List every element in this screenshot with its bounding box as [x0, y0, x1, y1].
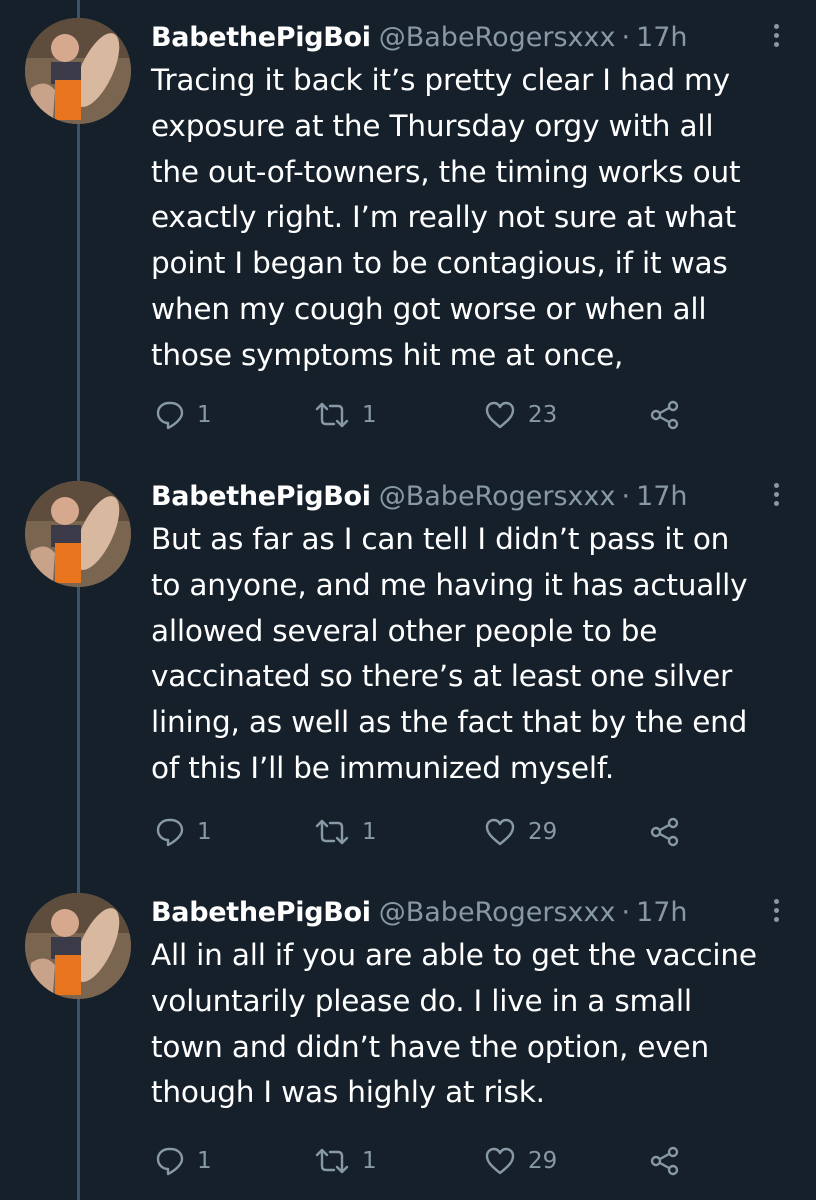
tweet-text-line: voluntarily please do. I live in a small: [151, 983, 692, 1018]
share-button[interactable]: [649, 395, 681, 435]
display-name[interactable]: BabethePigBoi: [151, 18, 371, 58]
thread-connector-line: [77, 0, 80, 1200]
tweet-text-line: though I was highly at risk.: [151, 1075, 545, 1110]
reply-icon: [156, 401, 184, 430]
reply-icon: [156, 818, 184, 847]
heart-icon: [485, 401, 515, 429]
share-icon: [650, 817, 679, 847]
user-handle[interactable]: @BabeRogersxxx: [379, 477, 616, 517]
reply-button[interactable]: 1: [155, 395, 212, 435]
tweet-text-line: those symptoms hit me at once,: [151, 337, 624, 372]
heart-icon: [485, 1147, 515, 1175]
share-icon: [650, 400, 679, 430]
tweet-actions: 1 1 29: [151, 812, 711, 852]
tweet-header: BabethePigBoi @BabeRogersxxx · 17h: [151, 893, 688, 933]
tweet-text-line: But as far as I can tell I didn’t pass i…: [151, 522, 730, 556]
tweet-text: But as far as I can tell I didn’t pass i…: [151, 517, 801, 792]
share-button[interactable]: [649, 812, 681, 852]
tweet-header: BabethePigBoi @BabeRogersxxx · 17h: [151, 477, 688, 517]
retweet-icon: [315, 819, 349, 845]
tweet-header: BabethePigBoi @BabeRogersxxx · 17h: [151, 18, 688, 58]
tweet-text-line: of this I’ll be immunized myself.: [151, 750, 615, 785]
reply-count: 1: [197, 1148, 212, 1174]
retweet-icon: [315, 1148, 349, 1174]
tweet-text-line: Tracing it back it’s pretty clear I had …: [151, 63, 730, 97]
tweet-text-line: exactly right. I’m really not sure at wh…: [151, 200, 737, 235]
separator-dot: ·: [621, 897, 631, 928]
retweet-count: 1: [362, 819, 377, 845]
timestamp[interactable]: 17h: [636, 18, 687, 58]
tweet-text-line: allowed several other people to be: [151, 613, 658, 648]
tweet-text-line: exposure at the Thursday orgy with all: [151, 108, 714, 143]
like-button[interactable]: 29: [484, 1141, 557, 1181]
reply-icon: [156, 1147, 184, 1176]
separator-dot: ·: [621, 481, 631, 512]
like-count: 23: [528, 402, 558, 428]
retweet-icon: [315, 402, 349, 428]
like-button[interactable]: 23: [484, 395, 557, 435]
like-count: 29: [528, 819, 558, 845]
reply-count: 1: [197, 402, 212, 428]
more-vertical-icon[interactable]: [766, 24, 786, 54]
tweet-text-line: to anyone, and me having it has actually: [151, 567, 748, 602]
tweet-text: Tracing it back it’s pretty clear I had …: [151, 58, 801, 379]
share-button[interactable]: [649, 1141, 681, 1181]
tweet-text-line: the out-of-towners, the timing works out: [151, 154, 741, 189]
user-handle[interactable]: @BabeRogersxxx: [379, 18, 616, 58]
separator-dot: ·: [621, 22, 631, 53]
like-count: 29: [528, 1148, 558, 1174]
tweet-text-line: All in all if you are able to get the va…: [151, 938, 757, 972]
share-icon: [650, 1146, 679, 1176]
avatar[interactable]: [25, 18, 131, 124]
timestamp[interactable]: 17h: [636, 477, 687, 517]
tweet-actions: 1 1 29: [151, 1141, 711, 1181]
more-vertical-icon[interactable]: [766, 483, 786, 513]
reply-button[interactable]: 1: [155, 812, 212, 852]
retweet-count: 1: [362, 402, 377, 428]
heart-icon: [485, 818, 515, 846]
tweet-text-line: town and didn’t have the option, even: [151, 1029, 709, 1064]
display-name[interactable]: BabethePigBoi: [151, 477, 371, 517]
retweet-button[interactable]: 1: [314, 812, 377, 852]
avatar[interactable]: [25, 893, 131, 999]
retweet-button[interactable]: 1: [314, 395, 377, 435]
tweet-text-line: lining, as well as the fact that by the …: [151, 705, 748, 740]
tweet-text-line: when my cough got worse or when all: [151, 291, 707, 326]
reply-button[interactable]: 1: [155, 1141, 212, 1181]
user-handle[interactable]: @BabeRogersxxx: [379, 893, 616, 933]
timestamp[interactable]: 17h: [636, 893, 687, 933]
more-vertical-icon[interactable]: [766, 899, 786, 929]
reply-count: 1: [197, 819, 212, 845]
tweet-text-line: point I began to be contagious, if it wa…: [151, 246, 728, 281]
tweet-text-line: vaccinated so there’s at least one silve…: [151, 659, 733, 694]
tweet-text: All in all if you are able to get the va…: [151, 933, 801, 1116]
display-name[interactable]: BabethePigBoi: [151, 893, 371, 933]
tweet-actions: 1 1 23: [151, 395, 711, 435]
retweet-count: 1: [362, 1148, 377, 1174]
like-button[interactable]: 29: [484, 812, 557, 852]
avatar[interactable]: [25, 481, 131, 587]
retweet-button[interactable]: 1: [314, 1141, 377, 1181]
